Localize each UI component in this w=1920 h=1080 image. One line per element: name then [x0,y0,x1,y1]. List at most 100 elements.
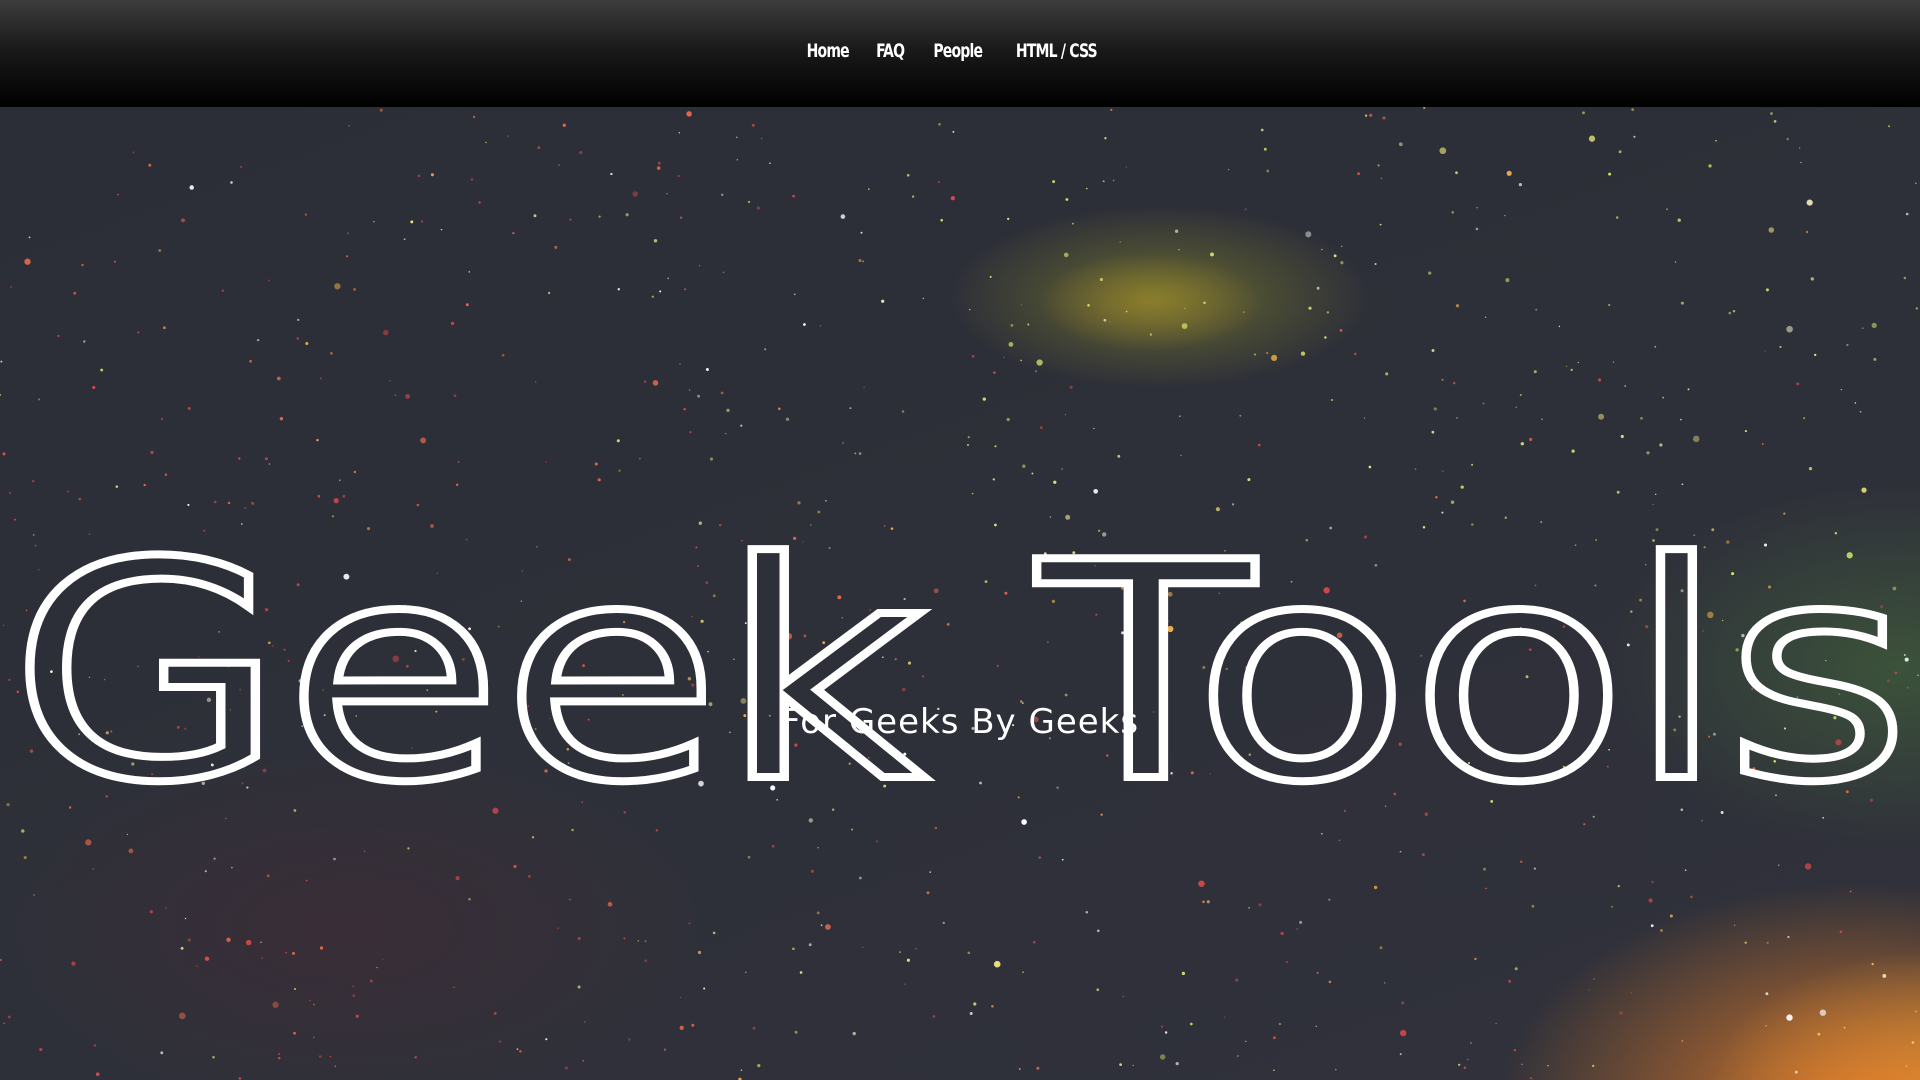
star [579,150,583,155]
star [245,939,252,946]
nav-item-html-css: HTML / CSS [1007,40,1106,62]
star [180,946,184,950]
star [1399,850,1402,853]
star [278,1057,281,1060]
star [440,228,443,231]
star [1175,1061,1179,1066]
star [73,291,77,295]
star [1467,1058,1469,1061]
star [83,340,86,343]
star [1245,1040,1247,1043]
star [513,864,517,869]
star [875,840,878,843]
star [1684,869,1687,872]
star [414,1056,417,1059]
star [1206,900,1210,904]
star [971,354,975,358]
star [1385,372,1389,376]
nav-menu: Home FAQ People HTML / CSS [0,40,1914,62]
star [929,871,931,873]
star [420,220,424,223]
star [1796,382,1800,386]
star [1463,1066,1466,1069]
star [1198,880,1205,887]
star [1882,973,1887,978]
star [881,299,885,303]
star [863,386,865,389]
hero-subtitle: For Geeks By Geeks [780,702,1140,742]
star [455,875,460,881]
star [1315,1025,1317,1027]
star [1873,357,1877,361]
star [1227,168,1230,171]
star [1911,1041,1915,1044]
star [1506,170,1512,176]
star [969,1011,973,1016]
star [1087,304,1090,307]
star [1518,183,1522,187]
star [405,394,410,399]
star [1819,1009,1827,1016]
star [296,337,299,340]
star [666,192,668,195]
star [1300,351,1306,356]
star [537,146,541,150]
star [0,360,3,363]
star [1476,207,1478,209]
star [1839,930,1843,934]
star [771,844,775,848]
star [679,363,681,365]
star [1061,858,1064,861]
nav-link-people[interactable]: People [933,40,983,62]
star [688,922,691,925]
star [993,371,996,374]
star [403,238,406,241]
star [1273,1036,1276,1040]
star [204,870,207,873]
star [792,947,795,951]
star [1734,924,1736,926]
star [1020,359,1022,362]
star [1817,1032,1821,1036]
star [1377,164,1380,167]
star [1260,128,1264,132]
star [1203,301,1206,305]
star [993,960,1001,968]
star [915,947,917,950]
star [128,848,134,854]
star [1401,1001,1405,1005]
star [1379,946,1383,950]
star [803,323,806,326]
star [226,937,231,942]
star [256,338,260,342]
star [1662,396,1665,399]
star [679,216,683,219]
star [851,828,854,831]
star [1324,336,1327,339]
star [285,951,288,954]
star [1861,327,1864,330]
star [1669,914,1673,918]
nav-link-home[interactable]: Home [807,40,850,62]
star [1598,378,1602,382]
star [1474,957,1477,961]
star [1903,276,1907,280]
star [1651,880,1654,884]
star [534,381,537,383]
star [38,398,41,401]
nav-link-html-css[interactable]: HTML / CSS [1016,40,1098,62]
star [577,985,581,989]
star [1096,988,1100,992]
star [512,231,515,235]
nav-link-faq[interactable]: FAQ [877,40,906,62]
star [547,291,551,295]
star [1328,980,1332,984]
star [1020,304,1023,306]
star [678,132,681,134]
star [644,380,647,383]
hero-title-text: Geek Tools [10,499,1910,827]
star [625,213,629,217]
star [158,249,162,252]
star [1299,920,1303,924]
star [1102,180,1105,183]
